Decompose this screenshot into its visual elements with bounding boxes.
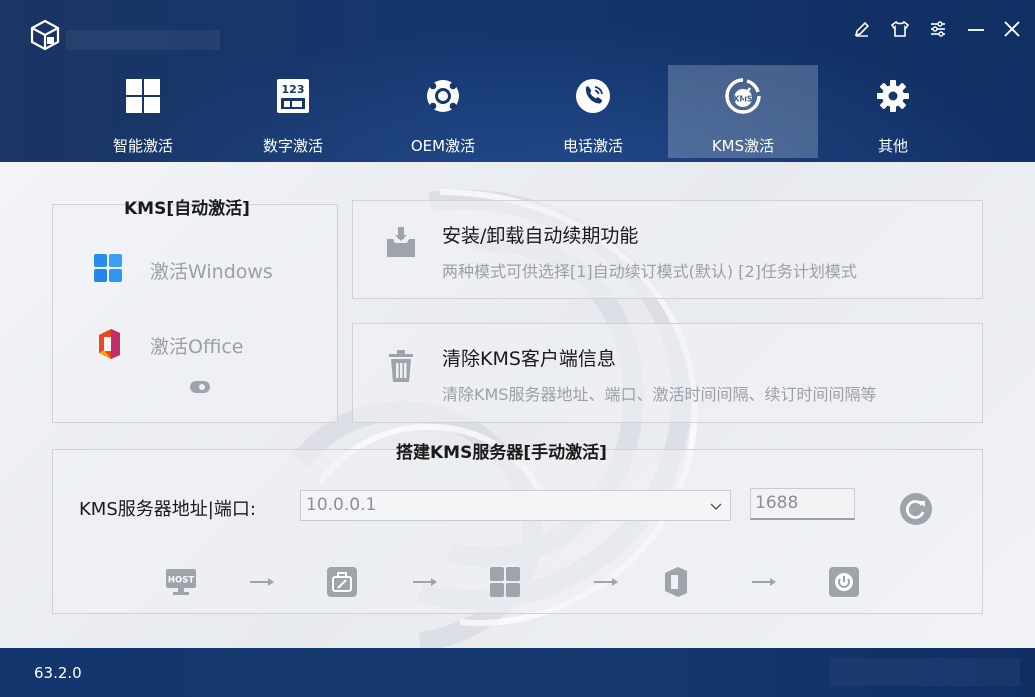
tab-label: KMS激活 xyxy=(711,137,775,155)
tab-label: 其他 xyxy=(877,137,908,155)
auto-renew-desc: 两种模式可供选择[1]自动续订模式(默认) [2]任务计划模式 xyxy=(442,262,857,281)
clear-kms-desc: 清除KMS服务器地址、端口、激活时间间隔、续订时间间隔等 xyxy=(442,385,877,404)
svg-text:KMS: KMS xyxy=(734,95,753,104)
tab-others[interactable]: 其他 xyxy=(818,65,968,158)
skin-button[interactable] xyxy=(887,16,913,42)
app-logo-icon xyxy=(30,19,60,51)
svg-text:123: 123 xyxy=(282,83,305,96)
refresh-button[interactable] xyxy=(900,493,932,525)
tab-label: 数字激活 xyxy=(262,137,323,155)
auto-activation-panel: KMS[自动激活] 激活Windows 激活Office xyxy=(52,199,338,423)
status-info xyxy=(830,658,1020,686)
tab-label: 智能激活 xyxy=(112,137,173,155)
settings-sliders-icon xyxy=(931,21,945,37)
activate-windows-label: 激活Windows xyxy=(150,261,273,283)
tab-digital-activation[interactable]: 123 数字激活 xyxy=(218,65,368,158)
server-panel-title: 搭建KMS服务器[手动激活] xyxy=(396,443,607,463)
arrow-right-icon xyxy=(250,578,274,586)
server-port-value: 1688 xyxy=(755,493,799,513)
tab-label: 电话激活 xyxy=(562,137,623,155)
clear-kms-card[interactable]: 清除KMS客户端信息 清除KMS服务器地址、端口、激活时间间隔、续订时间间隔等 xyxy=(352,323,983,423)
close-button[interactable] xyxy=(999,16,1025,42)
windows-logo-icon xyxy=(94,254,122,282)
server-address-label: KMS服务器地址|端口: xyxy=(79,499,256,520)
status-bar: 63.2.0 xyxy=(0,648,1035,697)
digital-123-icon: 123 xyxy=(277,79,309,113)
edit-button[interactable] xyxy=(849,16,875,42)
windows-grid-icon xyxy=(126,79,160,113)
server-address-select[interactable]: 10.0.0.1 xyxy=(300,490,731,521)
app-title xyxy=(66,30,220,50)
tab-oem-activation[interactable]: OEM激活 xyxy=(368,65,518,158)
gear-icon xyxy=(877,80,909,112)
skin-icon xyxy=(890,20,910,37)
server-port-input[interactable]: 1688 xyxy=(750,488,855,520)
kms-server-panel: 搭建KMS服务器[手动激活] KMS服务器地址|端口: 10.0.0.1 168… xyxy=(52,443,983,614)
tab-smart-activation[interactable]: 智能激活 xyxy=(68,65,218,158)
activate-office-button[interactable]: 激活Office xyxy=(91,325,331,365)
tab-label: OEM激活 xyxy=(410,137,476,155)
host-monitor-icon: HOST xyxy=(166,569,196,595)
auto-panel-title: KMS[自动激活] xyxy=(124,199,250,219)
clear-kms-title: 清除KMS客户端信息 xyxy=(442,348,616,370)
trash-icon xyxy=(389,350,413,382)
minimize-icon xyxy=(968,29,984,31)
arrow-right-icon xyxy=(752,578,776,586)
toggle-knob xyxy=(199,384,205,390)
svg-text:HOST: HOST xyxy=(168,576,194,586)
briefcase-icon xyxy=(327,567,357,597)
kms-gauge-icon: KMS xyxy=(725,78,761,114)
phone-icon xyxy=(576,79,610,113)
tab-phone-activation[interactable]: 电话激活 xyxy=(518,65,668,158)
refresh-icon xyxy=(906,500,925,519)
arrow-right-icon xyxy=(594,578,618,586)
minimize-button[interactable] xyxy=(963,16,989,42)
main-tabs: 智能激活 123 数字激活 OEM激活 电话激活 KMS KMS激活 其他 xyxy=(68,65,968,158)
lifebuoy-icon xyxy=(427,80,459,112)
auto-renew-card[interactable]: 安装/卸载自动续期功能 两种模式可供选择[1]自动续订模式(默认) [2]任务计… xyxy=(352,200,983,299)
office-tile-icon xyxy=(665,567,687,597)
power-icon xyxy=(829,567,859,597)
windows-tile-icon xyxy=(490,567,520,597)
settings-button[interactable] xyxy=(925,16,951,42)
chevron-down-icon xyxy=(710,503,722,510)
main-content: KMS[自动激活] 激活Windows 激活Office 安装/卸载自动续期功能… xyxy=(0,162,1035,648)
version-label: 63.2.0 xyxy=(34,664,82,682)
title-bar: 智能激活 123 数字激活 OEM激活 电话激活 KMS KMS激活 其他 xyxy=(0,0,1035,162)
office-logo-icon xyxy=(99,329,120,359)
toggle-switch[interactable] xyxy=(190,381,210,393)
close-icon xyxy=(1004,21,1020,37)
activate-office-label: 激活Office xyxy=(150,336,244,358)
auto-renew-title: 安装/卸载自动续期功能 xyxy=(442,225,639,247)
activate-windows-button[interactable]: 激活Windows xyxy=(91,249,331,289)
tab-kms-activation[interactable]: KMS KMS激活 xyxy=(668,65,818,158)
install-box-icon xyxy=(387,227,415,257)
arrow-right-icon xyxy=(413,578,437,586)
server-address-value: 10.0.0.1 xyxy=(306,495,377,515)
edit-icon xyxy=(854,21,870,37)
